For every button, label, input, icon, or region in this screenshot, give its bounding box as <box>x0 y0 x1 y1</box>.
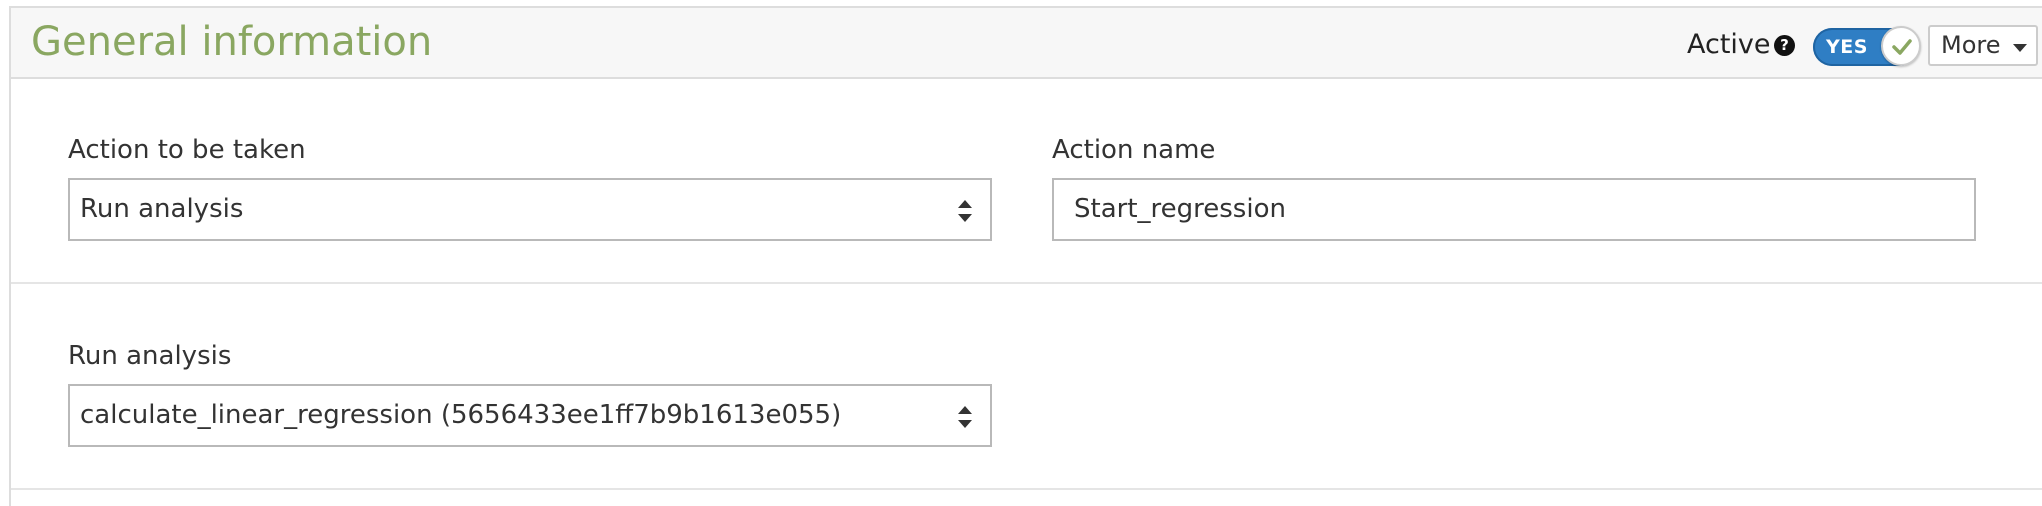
bottom-divider <box>11 488 2042 490</box>
question-circle-icon[interactable]: ? <box>1774 35 1795 56</box>
general-information-panel: General information Active ? YES More Ac… <box>9 6 2042 506</box>
run-analysis-value: calculate_linear_regression (5656433ee1f… <box>80 400 842 430</box>
action-name-input[interactable]: Start_regression <box>1052 178 1976 241</box>
action-to-be-taken-label: Action to be taken <box>68 135 306 165</box>
action-name-label: Action name <box>1052 135 1216 165</box>
sort-arrows-icon <box>958 406 972 428</box>
active-toggle[interactable]: YES <box>1813 26 1921 66</box>
more-button-label: More <box>1941 31 2001 59</box>
sort-arrows-icon <box>958 200 972 222</box>
run-analysis-label: Run analysis <box>68 341 232 371</box>
action-to-be-taken-select[interactable]: Run analysis <box>68 178 992 241</box>
toggle-yes-label: YES <box>1826 36 1868 58</box>
action-to-be-taken-value: Run analysis <box>80 194 244 224</box>
action-name-value: Start_regression <box>1074 194 1286 224</box>
panel-header: General information Active ? YES More <box>11 8 2042 79</box>
toggle-knob[interactable] <box>1881 26 1921 66</box>
row-divider <box>11 282 2042 284</box>
more-button[interactable]: More <box>1928 25 2038 66</box>
active-label: Active <box>1687 29 1771 60</box>
panel-title: General information <box>31 19 433 65</box>
caret-down-icon <box>2013 44 2027 52</box>
check-icon <box>1892 39 1912 55</box>
run-analysis-select[interactable]: calculate_linear_regression (5656433ee1f… <box>68 384 992 447</box>
